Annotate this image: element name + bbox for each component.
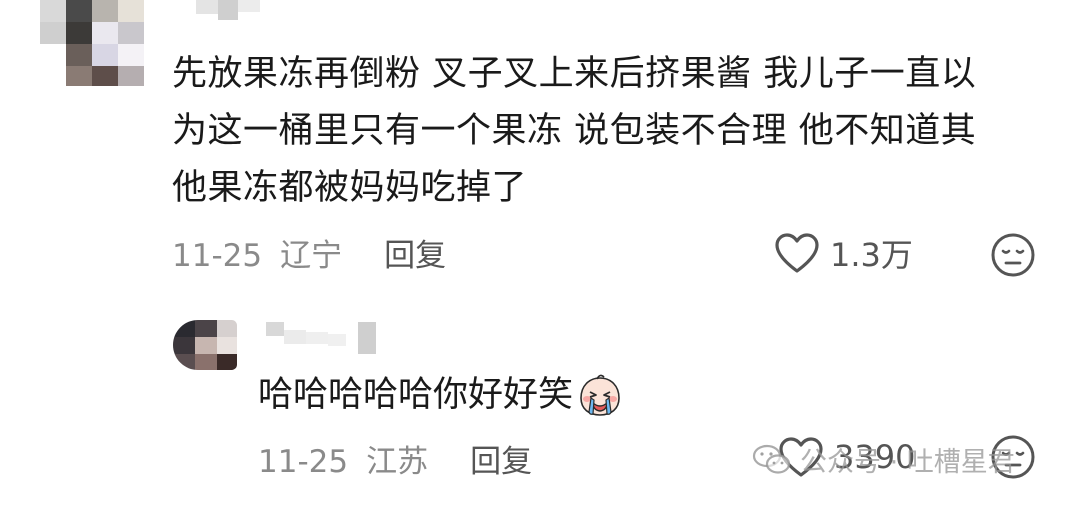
comment-body: 先放果冻再倒粉 叉子叉上来后挤果酱 我儿子一直以 为这一桶里只有一个果冻 说包装… [172, 46, 1052, 217]
comment-location: 辽宁 [280, 238, 343, 274]
like-button[interactable]: 1.3万 [774, 230, 913, 276]
neutral-face-icon[interactable] [990, 232, 1036, 278]
comment-line: 为这一桶里只有一个果冻 说包装不合理 他不知道其 [172, 111, 977, 151]
watermark-text: 公众号 · 吐槽星君 [800, 447, 1015, 478]
like-count: 1.3万 [830, 236, 913, 274]
reply-location: 江苏 [366, 444, 429, 480]
commenter-avatar[interactable] [40, 0, 144, 86]
reply-to-reply-button[interactable]: 回复 [470, 444, 532, 480]
commenter-username-blurred[interactable] [196, 0, 260, 20]
reply-body: 哈哈哈哈哈你好好笑 [258, 370, 623, 420]
comment-thread: 先放果冻再倒粉 叉子叉上来后挤果酱 我儿子一直以 为这一桶里只有一个果冻 说包装… [0, 0, 1080, 505]
reply-text: 哈哈哈哈哈你好好笑 [258, 375, 574, 415]
replier-avatar[interactable] [173, 320, 237, 370]
comment-date: 11-25 [172, 238, 263, 274]
comment-line: 先放果冻再倒粉 叉子叉上来后挤果酱 我儿子一直以 [172, 54, 977, 94]
crying-face-emoji [580, 374, 620, 416]
reply-button[interactable]: 回复 [384, 238, 446, 274]
wechat-icon [752, 444, 791, 474]
replier-username-blurred[interactable] [266, 318, 386, 356]
watermark: 公众号 · 吐槽星君 [752, 440, 1015, 479]
comment-meta: 11-25 辽宁 回复 [172, 230, 446, 275]
reply-meta: 11-25 江苏 回复 [258, 436, 532, 481]
heart-outline-icon [775, 233, 819, 273]
reply-date: 11-25 [258, 444, 349, 480]
comment-line: 他果冻都被妈妈吃掉了 [172, 168, 528, 208]
